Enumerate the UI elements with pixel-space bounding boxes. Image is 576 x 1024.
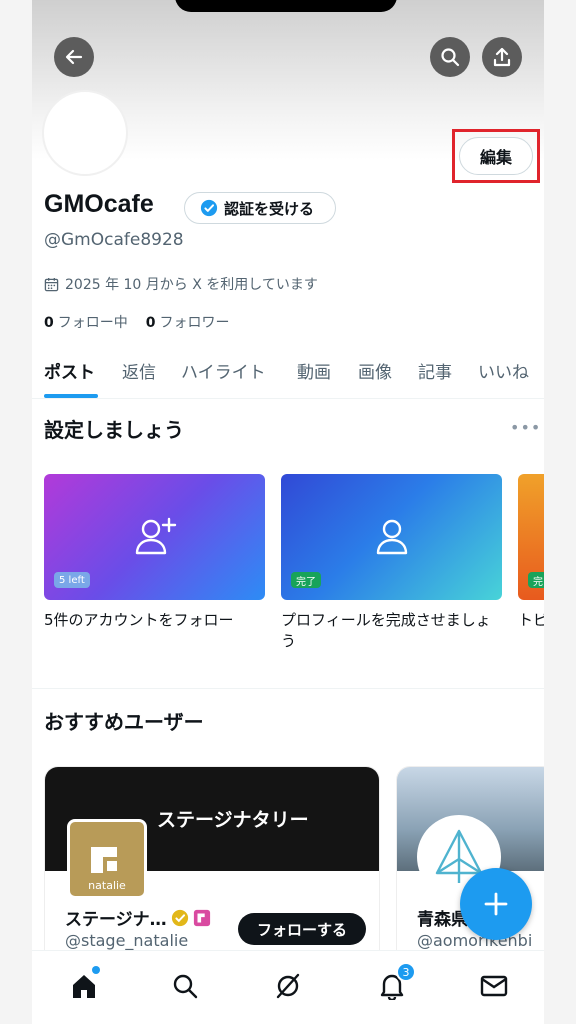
joined-date: 2025 年 10 月から X を利用しています xyxy=(44,274,318,294)
gold-verified-icon xyxy=(171,909,188,926)
following-label: フォロー中 xyxy=(57,315,128,331)
share-button[interactable] xyxy=(482,37,522,77)
nav-explore[interactable] xyxy=(168,969,202,1003)
nav-home[interactable] xyxy=(67,969,101,1003)
setup-card-pill: 5 left xyxy=(54,572,90,588)
active-tab-indicator xyxy=(44,394,98,398)
setup-card-caption: トピ xyxy=(518,611,544,629)
home-icon xyxy=(73,975,95,998)
suggested-section-title: おすすめユーザー xyxy=(44,710,204,734)
notifications-badge: 3 xyxy=(396,962,416,982)
bottom-navigation xyxy=(32,950,544,1024)
device-notch xyxy=(175,0,397,12)
setup-card-caption: 5件のアカウントをフォロー xyxy=(44,611,234,629)
nav-grok[interactable] xyxy=(271,969,305,1003)
share-icon xyxy=(493,47,511,67)
followers-count: 0 xyxy=(145,315,156,331)
joined-text: 2025 年 10 月から X を利用しています xyxy=(65,277,318,293)
affiliate-badge-icon xyxy=(193,909,210,926)
device-frame: 編集 GMOcafe 認証を受ける @GmOcafe8928 2025 年 10… xyxy=(0,0,576,1024)
back-button[interactable] xyxy=(54,37,94,77)
section-divider xyxy=(32,688,544,689)
profile-handle: @GmOcafe8928 xyxy=(44,230,184,250)
following-count: 0 xyxy=(44,315,54,331)
setup-section-title: 設定しましょう xyxy=(44,418,184,442)
edit-profile-button[interactable]: 編集 xyxy=(459,137,533,175)
banner-text: ステージナタリー xyxy=(157,809,309,831)
profile-tabs: ポスト 返信 ハイライト 動画 画像 記事 いいね xyxy=(32,352,544,399)
tab-photos[interactable]: 画像 xyxy=(358,358,392,383)
user-logo: natalie xyxy=(67,819,147,899)
grok-icon xyxy=(276,973,300,999)
follow-stats: 0 フォロー中 0 フォロワー xyxy=(44,312,230,332)
calendar-icon xyxy=(44,277,59,291)
follow-button[interactable]: フォローする xyxy=(238,913,366,945)
natalie-logo-icon xyxy=(91,847,117,873)
profile-name: GMOcafe xyxy=(44,190,154,218)
plus-icon xyxy=(484,892,508,916)
tab-highlights[interactable]: ハイライト xyxy=(181,358,266,383)
nav-messages[interactable] xyxy=(477,969,511,1003)
setup-card-pill: 完了 xyxy=(291,572,321,588)
tab-videos[interactable]: 動画 xyxy=(297,358,331,383)
tab-posts[interactable]: ポスト xyxy=(44,358,95,383)
compose-post-button[interactable] xyxy=(460,868,532,940)
user-name: ステージナ… xyxy=(65,910,167,930)
avatar[interactable] xyxy=(42,90,128,176)
setup-card-caption: プロフィールを完成させましょう xyxy=(281,611,491,650)
suggested-user-card[interactable]: 青森県…館 @aomorikenbi xyxy=(396,766,544,966)
search-icon xyxy=(173,974,198,999)
followers-link[interactable]: 0 フォロワー xyxy=(146,312,230,332)
user-handle: @stage_natalie xyxy=(65,931,189,950)
user-icon xyxy=(376,519,407,555)
setup-card-follow[interactable]: 5 left xyxy=(44,474,265,600)
setup-card-topics[interactable]: 完 xyxy=(518,474,544,600)
verified-badge-icon xyxy=(200,199,218,217)
suggested-user-card[interactable]: ステージナタリー natalie ステージナ… @stage_natalie フ… xyxy=(44,766,380,966)
followers-label: フォロワー xyxy=(159,315,230,331)
more-options-icon[interactable]: ••• xyxy=(510,418,541,437)
tab-replies[interactable]: 返信 xyxy=(122,358,156,383)
following-link[interactable]: 0 フォロー中 xyxy=(44,312,128,332)
mail-icon xyxy=(480,975,508,997)
logo-text: natalie xyxy=(88,879,126,892)
back-arrow-icon xyxy=(65,49,83,65)
user-name-row: ステージナ… xyxy=(65,905,211,930)
setup-card-profile[interactable]: 完了 xyxy=(281,474,502,600)
tab-articles[interactable]: 記事 xyxy=(418,358,452,383)
home-unread-dot xyxy=(92,966,100,974)
get-verified-label: 認証を受ける xyxy=(224,199,315,218)
search-icon xyxy=(441,48,460,67)
tab-likes[interactable]: いいね xyxy=(478,358,529,383)
add-user-icon xyxy=(135,517,176,555)
profile-screen: 編集 GMOcafe 認証を受ける @GmOcafe8928 2025 年 10… xyxy=(32,0,544,1024)
search-button[interactable] xyxy=(430,37,470,77)
get-verified-button[interactable]: 認証を受ける xyxy=(184,192,336,224)
setup-card-pill: 完 xyxy=(528,572,544,588)
